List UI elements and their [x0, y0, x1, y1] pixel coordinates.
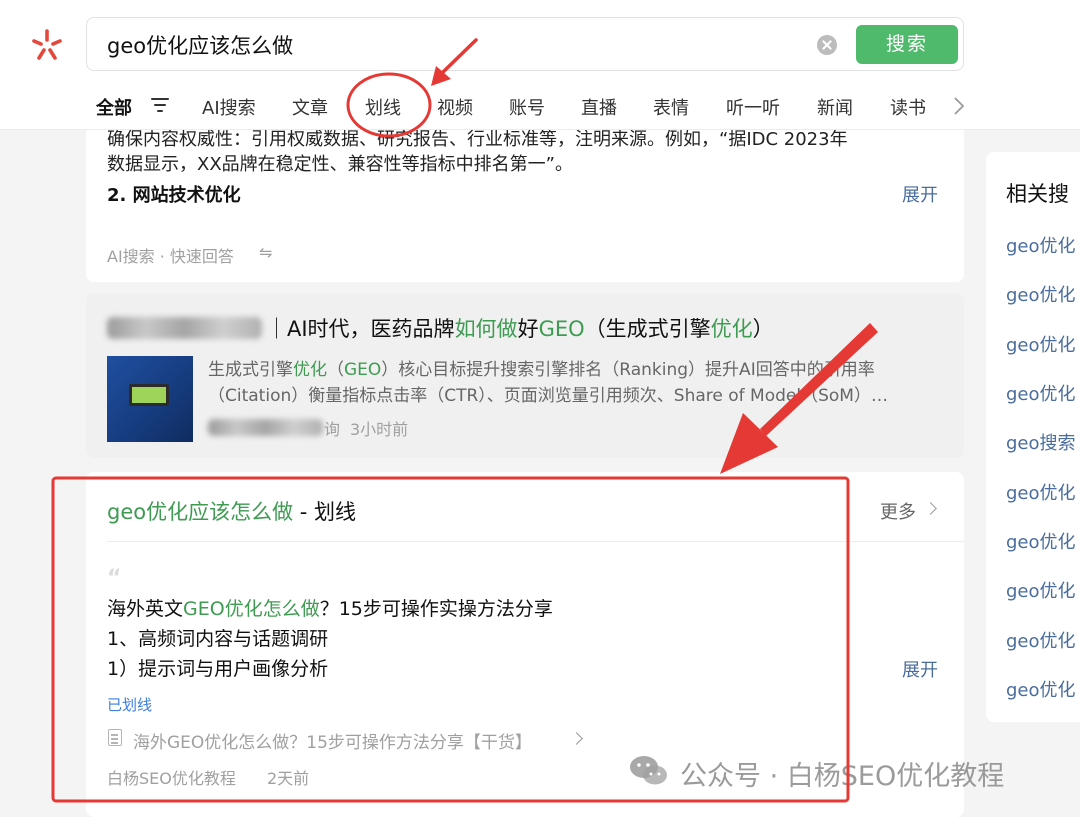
blurred-source-name — [208, 419, 323, 436]
top-bar: geo优化应该怎么做 搜索 全部 AI搜索 文章 划线 视频 账号 直播 表情 … — [0, 0, 1080, 130]
watermark-text: 公众号 · 白杨SEO优化教程 — [680, 761, 1005, 792]
article-thumbnail[interactable] — [107, 356, 193, 442]
tab-stickers[interactable]: 表情 — [653, 94, 689, 120]
highlight-line-2[interactable]: 1、高频词内容与话题调研 — [107, 624, 328, 651]
tab-accounts[interactable]: 账号 — [509, 94, 545, 120]
related-search-item[interactable]: geo优化 — [1006, 479, 1076, 505]
clear-search-icon[interactable] — [817, 35, 837, 55]
highlight-time: 2天前 — [267, 769, 310, 788]
wechat-icon — [630, 756, 667, 785]
ai-answer-heading: 2. 网站技术优化 — [107, 185, 241, 206]
related-search-item[interactable]: geo搜索 — [1006, 429, 1076, 455]
related-search-item[interactable]: geo优化 — [1006, 528, 1076, 554]
related-search-item[interactable]: geo优化 — [1006, 380, 1076, 406]
article-time: 3小时前 — [350, 420, 409, 439]
tab-ai-search[interactable]: AI搜索 — [202, 94, 256, 120]
blurred-account-name — [107, 317, 262, 339]
article-description-line-2: （Citation）衡量指标点击率（CTR）、页面浏览量引用频次、Share o… — [208, 386, 888, 406]
more-link[interactable]: 更多 — [880, 498, 916, 524]
author-name[interactable]: 白杨SEO优化教程 — [107, 765, 236, 789]
tab-live[interactable]: 直播 — [581, 94, 617, 120]
related-search-item[interactable]: geo优化 — [1006, 281, 1076, 307]
related-search-item[interactable]: geo优化 — [1006, 331, 1076, 357]
tab-videos[interactable]: 视频 — [437, 94, 473, 120]
highlighted-tag: 已划线 — [107, 696, 153, 714]
article-title[interactable]: ｜AI时代，医药品牌如何做好GEO（生成式引擎优化） — [266, 313, 774, 343]
tab-listen[interactable]: 听一听 — [726, 94, 780, 120]
tab-articles[interactable]: 文章 — [292, 94, 328, 120]
related-search-item[interactable]: geo优化 — [1006, 676, 1076, 702]
swap-icon[interactable]: ⇋ — [259, 243, 272, 262]
article-source-tail: 询 — [324, 420, 341, 439]
highlight-line-1[interactable]: 海外英文GEO优化怎么做？15步可操作实操方法分享 — [107, 594, 553, 621]
related-searches-title: 相关搜 — [1006, 182, 1069, 206]
related-search-item[interactable]: geo优化 — [1006, 577, 1076, 603]
related-search-item[interactable]: geo优化 — [1006, 627, 1076, 653]
highlight-card-title[interactable]: geo优化应该怎么做 - 划线 — [107, 496, 356, 526]
tab-highlights[interactable]: 划线 — [365, 94, 401, 120]
tab-news[interactable]: 新闻 — [817, 94, 853, 120]
related-search-item[interactable]: geo优化 — [1006, 232, 1076, 258]
article-description-line-1: 生成式引擎优化（GEO）核心目标提升搜索引擎排名（Ranking）提升AI回答中… — [208, 360, 875, 380]
tab-all[interactable]: 全部 — [96, 94, 132, 120]
ai-answer-line-2: 数据显示，XX品牌在稳定性、兼容性等指标中排名第一”。 — [107, 154, 573, 175]
filter-icon[interactable] — [150, 96, 170, 114]
source-article-link[interactable]: 海外GEO优化怎么做？15步可操作方法分享【干货】 — [133, 728, 532, 753]
search-button[interactable]: 搜索 — [856, 25, 958, 64]
search-logo-icon[interactable] — [30, 28, 64, 62]
document-icon — [108, 729, 122, 746]
search-box[interactable]: geo优化应该怎么做 搜索 — [86, 17, 964, 71]
search-input[interactable]: geo优化应该怎么做 — [107, 30, 293, 60]
chevron-right-icon[interactable] — [952, 95, 966, 117]
ai-answer-expand-link[interactable]: 展开 — [902, 181, 938, 207]
highlight-line-3[interactable]: 1）提示词与用户画像分析 — [107, 654, 328, 681]
ai-answer-footer[interactable]: AI搜索 · 快速回答 — [107, 243, 234, 267]
highlight-expand-link[interactable]: 展开 — [902, 656, 938, 682]
quote-icon: “ — [107, 566, 122, 591]
tab-books[interactable]: 读书 — [890, 94, 926, 120]
highlight-card-divider — [107, 541, 964, 542]
